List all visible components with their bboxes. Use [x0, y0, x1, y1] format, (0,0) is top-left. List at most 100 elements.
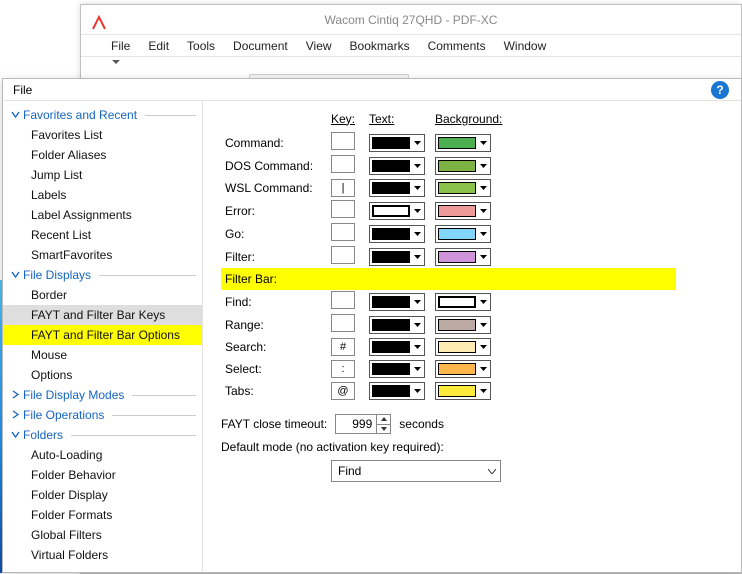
host-menu-bar: File Edit Tools Document View Bookmarks …: [81, 35, 741, 57]
menu-document[interactable]: Document: [233, 39, 288, 53]
color-picker[interactable]: [435, 134, 491, 152]
color-picker[interactable]: [435, 360, 491, 378]
chevron-down-icon: [410, 226, 424, 242]
setting-row: Filter:: [221, 245, 676, 268]
key-input[interactable]: @: [331, 382, 355, 400]
settings-panel: Key: Text: Background: Command:DOS Comma…: [203, 101, 741, 572]
color-picker[interactable]: [369, 382, 425, 400]
chevron-down-icon: [476, 180, 490, 196]
divider: [145, 115, 196, 116]
tree-item[interactable]: Label Assignments: [3, 205, 202, 225]
menu-bookmarks[interactable]: Bookmarks: [350, 39, 410, 53]
color-picker[interactable]: [369, 293, 425, 311]
color-picker[interactable]: [435, 382, 491, 400]
menu-window[interactable]: Window: [504, 39, 547, 53]
tree-item[interactable]: Auto-Loading: [3, 445, 202, 465]
tree-item[interactable]: Folder Behavior: [3, 465, 202, 485]
color-picker[interactable]: [435, 316, 491, 334]
default-mode-select[interactable]: Find: [331, 460, 501, 482]
tree-group[interactable]: Favorites and Recent: [3, 105, 202, 125]
tree-item[interactable]: Global Filters: [3, 525, 202, 545]
setting-row: Find:: [221, 290, 676, 313]
key-input[interactable]: [331, 155, 355, 173]
menu-file[interactable]: File: [111, 39, 130, 53]
key-input[interactable]: |: [331, 179, 355, 197]
tree-item[interactable]: Mouse: [3, 345, 202, 365]
tree-item[interactable]: FAYT and Filter Bar Keys: [3, 305, 202, 325]
tree-group[interactable]: File Operations: [3, 405, 202, 425]
tree-item[interactable]: Favorites List: [3, 125, 202, 145]
color-picker[interactable]: [369, 157, 425, 175]
color-picker[interactable]: [369, 225, 425, 243]
key-input[interactable]: [331, 246, 355, 264]
color-picker[interactable]: [369, 202, 425, 220]
key-input[interactable]: [331, 200, 355, 218]
tree-item[interactable]: SmartFavorites: [3, 245, 202, 265]
color-swatch: [372, 296, 410, 308]
menu-tools[interactable]: Tools: [187, 39, 215, 53]
key-input[interactable]: [331, 223, 355, 241]
key-input[interactable]: [331, 291, 355, 309]
timeout-unit: seconds: [399, 417, 444, 431]
color-picker[interactable]: [435, 225, 491, 243]
chevron-down-icon: [476, 249, 490, 265]
divider: [99, 275, 196, 276]
color-picker[interactable]: [435, 179, 491, 197]
divider: [112, 415, 196, 416]
color-swatch: [438, 296, 476, 308]
tree-item[interactable]: Jump List: [3, 165, 202, 185]
timeout-input[interactable]: [336, 415, 376, 433]
color-picker[interactable]: [435, 338, 491, 356]
chevron-down-icon: [410, 203, 424, 219]
color-picker[interactable]: [369, 248, 425, 266]
help-button[interactable]: ?: [711, 81, 729, 99]
key-input[interactable]: [331, 132, 355, 150]
menu-comments[interactable]: Comments: [428, 39, 486, 53]
setting-row: WSL Command:|: [221, 177, 676, 199]
tree-item[interactable]: Options: [3, 365, 202, 385]
key-input[interactable]: :: [331, 360, 355, 378]
color-picker[interactable]: [435, 293, 491, 311]
tree-item[interactable]: Virtual Folders: [3, 545, 202, 565]
color-picker[interactable]: [435, 202, 491, 220]
tree-item[interactable]: Folder Aliases: [3, 145, 202, 165]
tree-item[interactable]: Folder Display: [3, 485, 202, 505]
color-swatch: [438, 385, 476, 397]
setting-label: Range:: [221, 313, 321, 336]
color-swatch: [438, 182, 476, 194]
tree-group-label: File Display Modes: [23, 385, 124, 405]
spinner-down-icon[interactable]: [377, 424, 390, 434]
color-swatch: [438, 319, 476, 331]
tree-item[interactable]: Folder Formats: [3, 505, 202, 525]
color-picker[interactable]: [435, 157, 491, 175]
menu-edit[interactable]: Edit: [148, 39, 169, 53]
chevron-down-icon: [410, 339, 424, 355]
key-input[interactable]: [331, 314, 355, 332]
tree-group[interactable]: Folders: [3, 425, 202, 445]
setting-row: Filter Bar:: [221, 268, 676, 290]
tree-group[interactable]: File Displays: [3, 265, 202, 285]
timeout-spinner[interactable]: [335, 414, 391, 434]
color-picker[interactable]: [369, 360, 425, 378]
menu-view[interactable]: View: [306, 39, 332, 53]
tree-item[interactable]: Labels: [3, 185, 202, 205]
color-picker[interactable]: [369, 134, 425, 152]
tree-item[interactable]: FAYT and Filter Bar Options: [3, 325, 202, 345]
chevron-down-icon: [476, 158, 490, 174]
color-picker[interactable]: [369, 179, 425, 197]
host-titlebar: Wacom Cintiq 27QHD - PDF-XC: [81, 5, 741, 35]
timeout-row: FAYT close timeout: seconds: [221, 414, 729, 434]
default-mode-value: Find: [338, 464, 361, 478]
tree-item[interactable]: Border: [3, 285, 202, 305]
tree-group[interactable]: File Display Modes: [3, 385, 202, 405]
color-picker[interactable]: [369, 338, 425, 356]
tree-group-label: File Operations: [23, 405, 104, 425]
color-swatch: [372, 319, 410, 331]
color-picker[interactable]: [369, 316, 425, 334]
color-picker[interactable]: [435, 248, 491, 266]
dialog-title: File: [13, 83, 32, 97]
color-swatch: [438, 228, 476, 240]
tree-item[interactable]: Recent List: [3, 225, 202, 245]
spinner-up-icon[interactable]: [377, 415, 390, 424]
key-input[interactable]: #: [331, 338, 355, 356]
